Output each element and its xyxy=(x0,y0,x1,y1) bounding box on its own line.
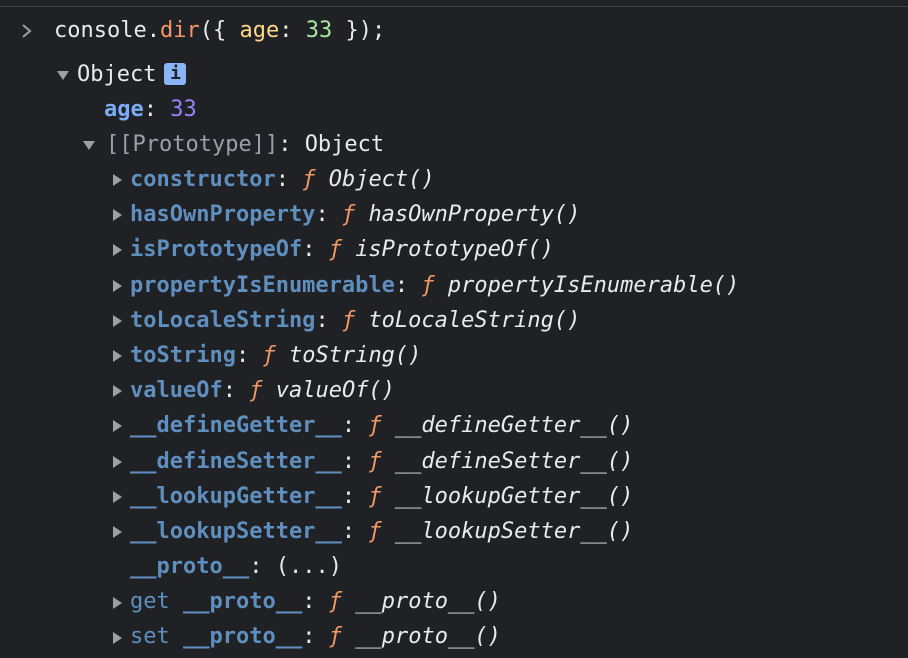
triangle-right-icon[interactable] xyxy=(110,419,124,433)
triangle-right-icon[interactable] xyxy=(110,525,124,539)
proto-key: __proto__ xyxy=(130,554,250,579)
prototype-method-row[interactable]: toString: ƒ toString() xyxy=(130,338,421,373)
function-marker: ƒ xyxy=(368,519,382,544)
prototype-method-row[interactable]: propertyIsEnumerable: ƒ propertyIsEnumer… xyxy=(130,268,739,303)
method-signature: toLocaleString() xyxy=(368,308,581,333)
method-signature: valueOf() xyxy=(275,378,395,403)
age-value: 33 xyxy=(170,97,197,122)
code-colon: : xyxy=(279,18,306,43)
triangle-right-icon[interactable] xyxy=(110,279,124,293)
prototype-method-row[interactable]: toLocaleString: ƒ toLocaleString() xyxy=(130,303,580,338)
prototype-label: [[Prototype]] xyxy=(106,132,279,157)
triangle-right-icon[interactable] xyxy=(110,384,124,398)
method-key: toString xyxy=(130,343,236,368)
code-open: ({ xyxy=(199,18,240,43)
method-key: toLocaleString xyxy=(130,308,316,333)
prototype-method-row[interactable]: __defineGetter__: ƒ __defineGetter__() xyxy=(130,408,633,443)
setter-row[interactable]: set __proto__: ƒ __proto__() xyxy=(130,619,501,654)
getter-signature: __proto__() xyxy=(355,589,501,614)
object-root[interactable]: Object i xyxy=(77,57,187,92)
info-icon[interactable]: i xyxy=(164,63,187,85)
method-signature: Object() xyxy=(328,167,435,192)
method-signature: hasOwnProperty() xyxy=(368,202,581,227)
triangle-right-icon[interactable] xyxy=(110,490,124,504)
method-signature: __lookupGetter__() xyxy=(394,484,634,509)
function-marker: ƒ xyxy=(262,343,276,368)
function-marker: ƒ xyxy=(249,378,263,403)
method-signature: __defineGetter__() xyxy=(394,413,634,438)
function-marker: ƒ xyxy=(368,413,382,438)
prototype-method-row[interactable]: __lookupGetter__: ƒ __lookupGetter__() xyxy=(130,479,633,514)
age-key: age xyxy=(104,97,144,122)
prototype-method-row[interactable]: __lookupSetter__: ƒ __lookupSetter__() xyxy=(130,514,633,549)
function-marker: ƒ xyxy=(328,624,342,649)
method-signature: toString() xyxy=(288,343,422,368)
getter-prefix: get xyxy=(130,589,170,614)
triangle-right-icon[interactable] xyxy=(110,173,124,187)
code-value: 33 xyxy=(305,18,333,43)
code-method: dir xyxy=(159,18,200,43)
method-key: isPrototypeOf xyxy=(130,237,303,262)
console-command[interactable]: console.dir({ age: 33 }); xyxy=(54,13,385,48)
triangle-right-icon[interactable] xyxy=(110,631,124,645)
method-key: __defineSetter__ xyxy=(130,449,342,474)
setter-signature: __proto__() xyxy=(355,624,501,649)
prototype-method-row[interactable]: hasOwnProperty: ƒ hasOwnProperty() xyxy=(130,197,580,232)
chevron-right-icon xyxy=(22,24,32,38)
code-dot: . xyxy=(146,18,160,43)
top-divider xyxy=(0,0,908,7)
method-key: constructor xyxy=(130,167,276,192)
function-marker: ƒ xyxy=(328,589,342,614)
code-key: age xyxy=(239,18,280,43)
getter-key: __proto__ xyxy=(183,589,303,614)
method-signature: __lookupSetter__() xyxy=(394,519,634,544)
prototype-method-row[interactable]: valueOf: ƒ valueOf() xyxy=(130,373,395,408)
method-key: __lookupGetter__ xyxy=(130,484,342,509)
getter-row[interactable]: get __proto__: ƒ __proto__() xyxy=(130,584,501,619)
triangle-right-icon[interactable] xyxy=(110,314,124,328)
triangle-right-icon[interactable] xyxy=(110,455,124,469)
method-signature: isPrototypeOf() xyxy=(355,237,554,262)
function-marker: ƒ xyxy=(328,237,342,262)
setter-key: __proto__ xyxy=(183,624,303,649)
triangle-right-icon[interactable] xyxy=(110,596,124,610)
object-label: Object xyxy=(77,62,157,87)
triangle-right-icon[interactable] xyxy=(110,349,124,363)
method-key: __defineGetter__ xyxy=(130,413,342,438)
method-key: propertyIsEnumerable xyxy=(130,273,395,298)
code-close: }); xyxy=(332,18,386,43)
proto-accessor-row[interactable]: __proto__: (...) xyxy=(130,549,342,584)
method-key: valueOf xyxy=(130,378,223,403)
function-marker: ƒ xyxy=(421,273,435,298)
triangle-down-icon[interactable] xyxy=(82,138,96,152)
triangle-down-icon[interactable] xyxy=(56,68,70,82)
triangle-right-icon[interactable] xyxy=(110,243,124,257)
prototype-value: Object xyxy=(304,132,385,157)
prototype-method-row[interactable]: constructor: ƒ Object() xyxy=(130,162,435,197)
method-key: __lookupSetter__ xyxy=(130,519,342,544)
function-marker: ƒ xyxy=(341,308,356,333)
function-marker: ƒ xyxy=(368,449,382,474)
function-marker: ƒ xyxy=(341,202,356,227)
triangle-right-icon[interactable] xyxy=(110,208,124,222)
prototype-node[interactable]: [[Prototype]]: Object xyxy=(106,127,384,162)
function-marker: ƒ xyxy=(302,167,316,192)
method-signature: propertyIsEnumerable() xyxy=(447,273,740,298)
age-property: age: 33 xyxy=(104,97,197,122)
prototype-method-row[interactable]: __defineSetter__: ƒ __defineSetter__() xyxy=(130,444,633,479)
code-object: console xyxy=(54,18,147,43)
method-signature: __defineSetter__() xyxy=(394,449,634,474)
setter-prefix: set xyxy=(130,624,170,649)
method-key: hasOwnProperty xyxy=(130,202,316,227)
proto-value: (...) xyxy=(275,554,342,579)
function-marker: ƒ xyxy=(368,484,382,509)
prototype-method-row[interactable]: isPrototypeOf: ƒ isPrototypeOf() xyxy=(130,232,554,267)
